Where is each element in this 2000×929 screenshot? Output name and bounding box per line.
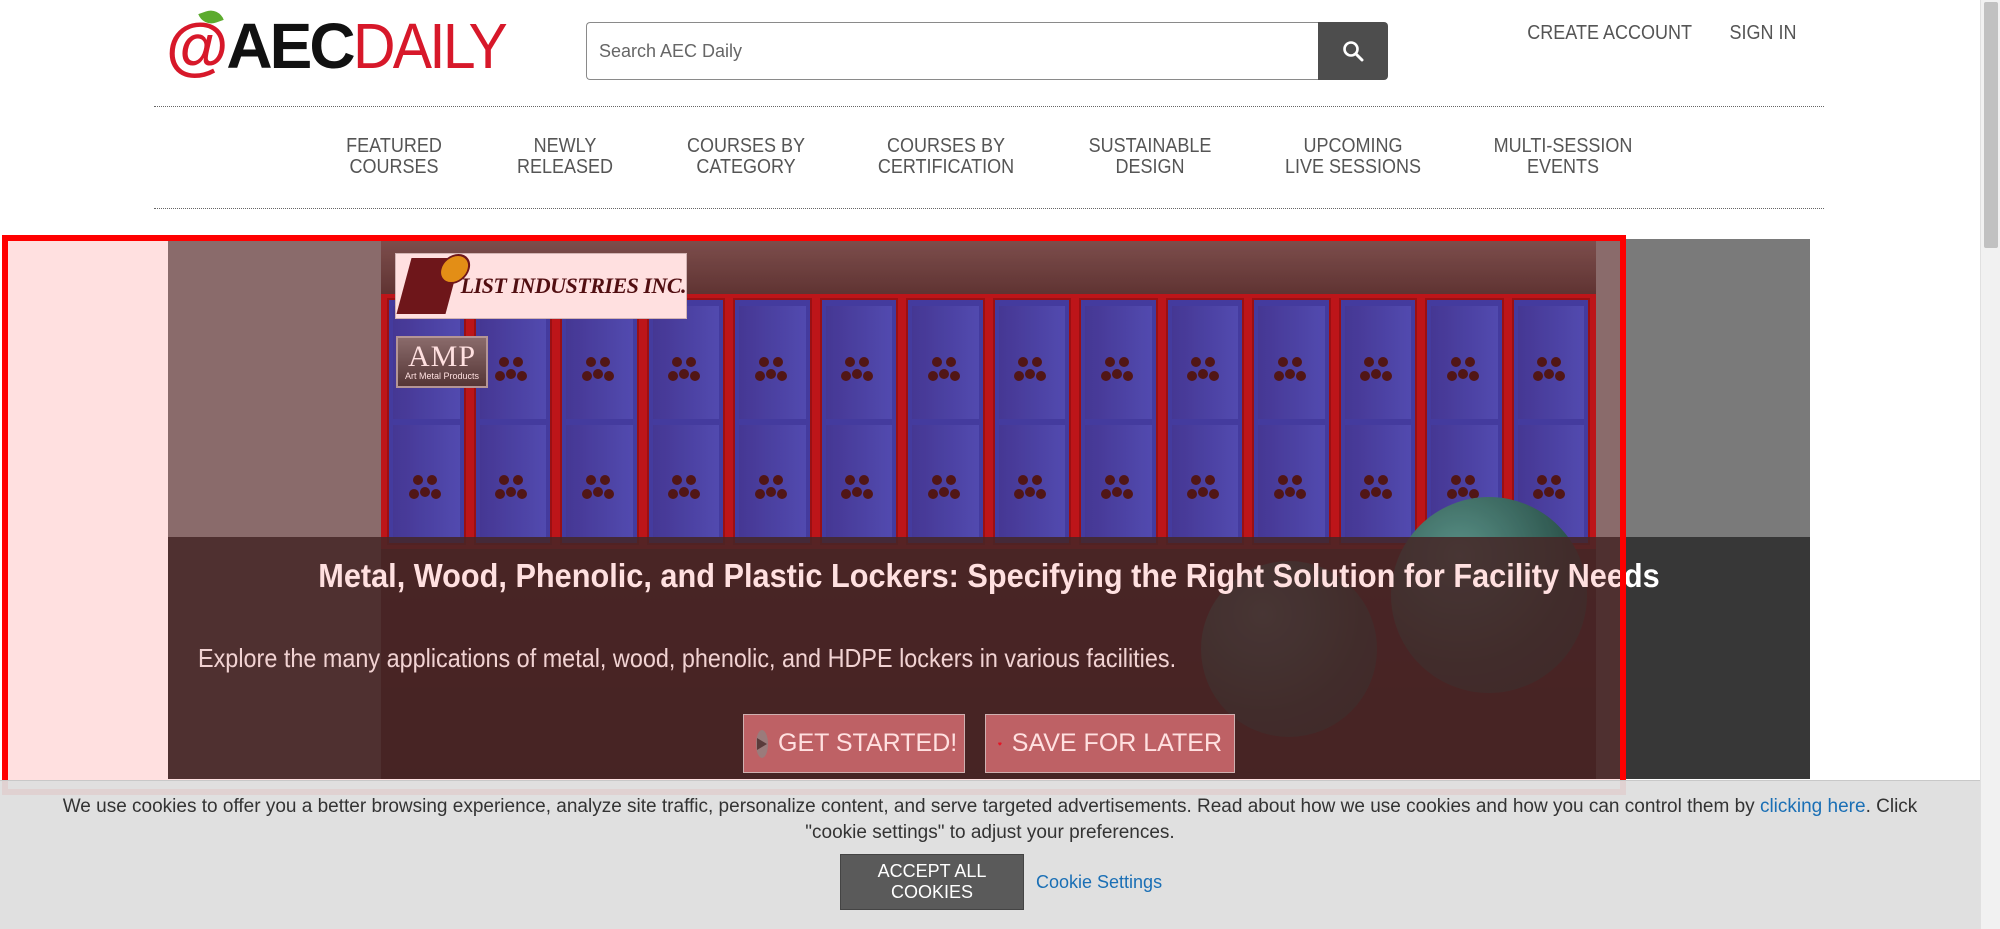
- play-icon: [756, 729, 768, 758]
- nav-multi-session-events[interactable]: MULTI-SESSION EVENTS: [1494, 136, 1633, 178]
- cookie-message: We use cookies to offer you a better bro…: [62, 796, 1918, 843]
- nav-featured-courses[interactable]: FEATURED COURSES: [346, 136, 442, 178]
- cookie-settings-link[interactable]: Cookie Settings: [1036, 872, 1162, 893]
- search-icon: [1343, 41, 1364, 62]
- cookie-actions: ACCEPT ALL COOKIES Cookie Settings: [840, 854, 1162, 910]
- search-input[interactable]: [586, 22, 1318, 80]
- vertical-scrollbar[interactable]: [1980, 0, 2000, 929]
- nav-courses-by-certification[interactable]: COURSES BY CERTIFICATION: [878, 136, 1014, 178]
- hero-description: Explore the many applications of metal, …: [198, 643, 1177, 673]
- cookie-policy-link[interactable]: clicking here: [1760, 796, 1866, 817]
- account-links: CREATE ACCOUNT SIGN IN: [1509, 22, 1796, 45]
- nav-divider: [154, 208, 1824, 209]
- search-bar: [586, 22, 1388, 80]
- aecdaily-logo[interactable]: @ AEC DAILY: [166, 6, 518, 82]
- hero-title[interactable]: Metal, Wood, Phenolic, and Plastic Locke…: [225, 557, 1752, 595]
- logo-at-sign: @: [166, 6, 228, 78]
- get-started-button[interactable]: GET STARTED!: [743, 714, 965, 773]
- amp-logo: AMP Art Metal Products: [396, 336, 488, 388]
- scrollbar-thumb[interactable]: [1984, 2, 1998, 248]
- logo-aec-text: AEC: [226, 10, 355, 82]
- nav-upcoming-live-sessions[interactable]: UPCOMING LIVE SESSIONS: [1285, 136, 1421, 178]
- nav-newly-released[interactable]: NEWLY RELEASED: [517, 136, 613, 178]
- hero-actions: GET STARTED! SAVE FOR LATER: [743, 714, 1235, 773]
- heart-icon: [998, 741, 1002, 746]
- nav-sustainable-design[interactable]: SUSTAINABLE DESIGN: [1089, 136, 1212, 178]
- header-divider: [154, 106, 1824, 107]
- list-industries-logo: LIST INDUSTRIES INC.: [395, 253, 687, 319]
- create-account-link[interactable]: CREATE ACCOUNT: [1527, 22, 1692, 45]
- logo-daily-text: DAILY: [352, 10, 508, 82]
- accept-all-cookies-button[interactable]: ACCEPT ALL COOKIES: [840, 854, 1024, 910]
- nav-courses-by-category[interactable]: COURSES BY CATEGORY: [687, 136, 805, 178]
- save-for-later-button[interactable]: SAVE FOR LATER: [985, 714, 1235, 773]
- sign-in-link[interactable]: SIGN IN: [1729, 22, 1796, 45]
- search-button[interactable]: [1318, 22, 1388, 80]
